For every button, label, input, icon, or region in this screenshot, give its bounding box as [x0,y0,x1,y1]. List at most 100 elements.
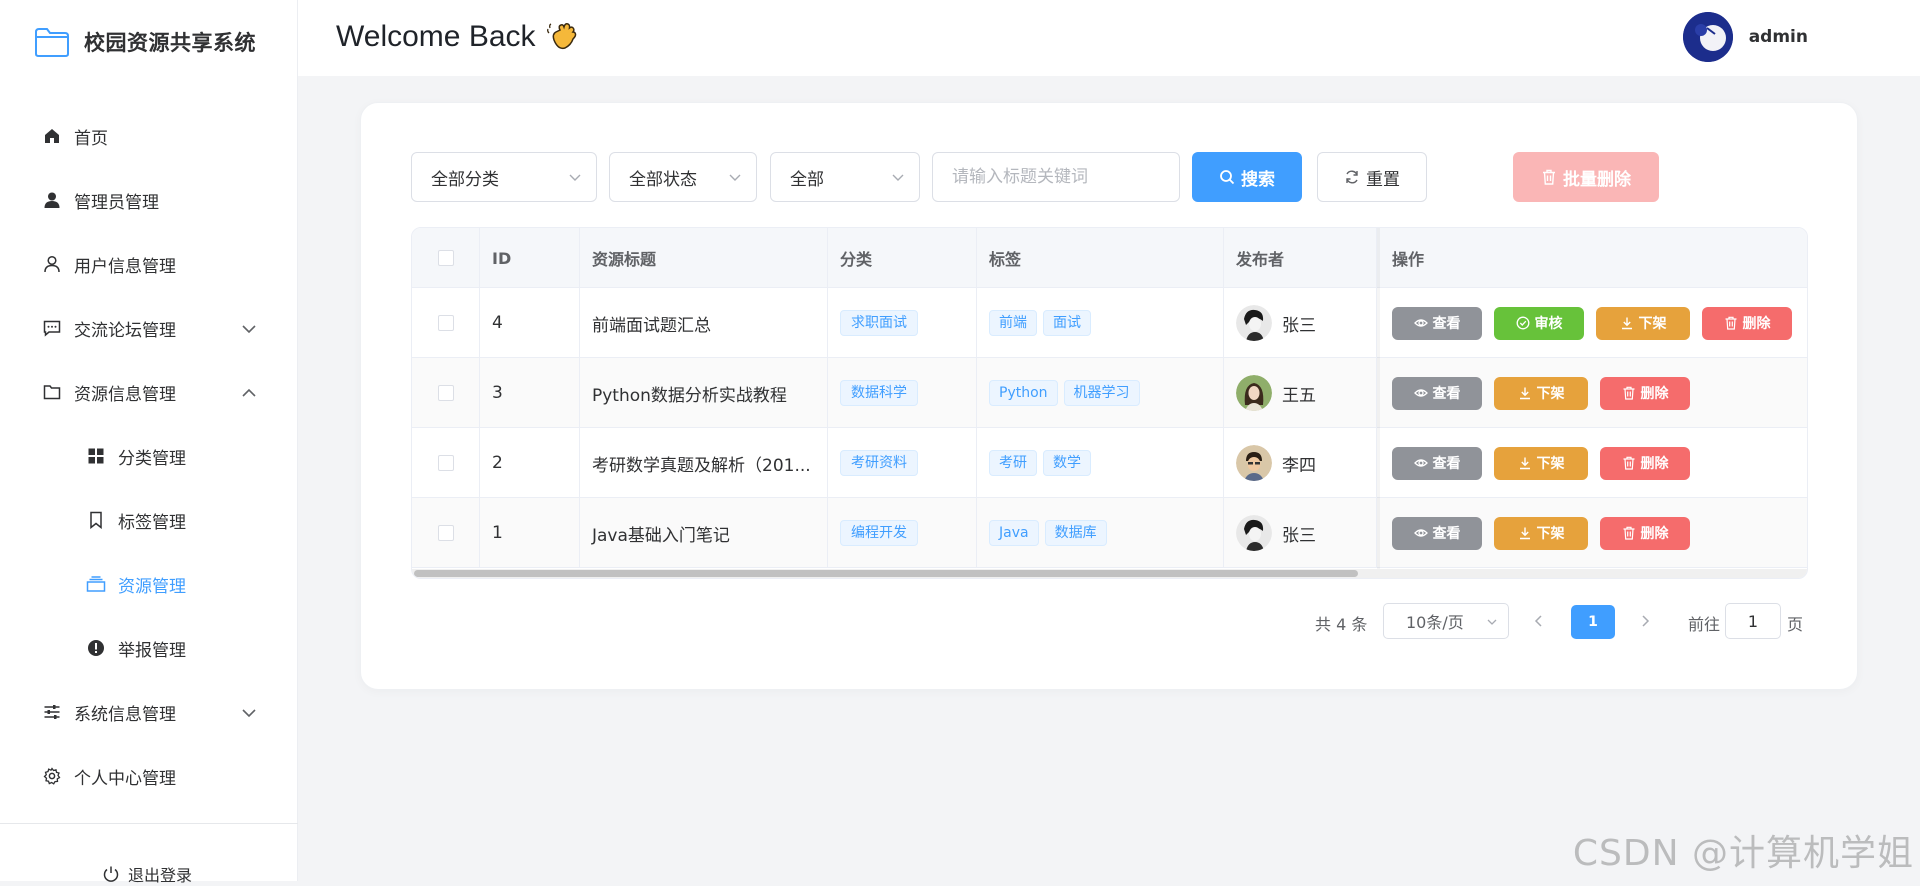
sidebar-item-tags[interactable]: 标签管理 [0,488,298,552]
category-select[interactable]: 全部分类 [411,152,597,202]
bookmark-icon [86,510,106,530]
avatar[interactable] [1682,12,1733,62]
delete-label: 删除 [1640,456,1669,472]
row-checkbox[interactable] [437,455,454,471]
publisher-name: 张三 [1282,525,1316,546]
view-label: 查看 [1432,526,1461,542]
user-menu[interactable]: admin [1682,12,1808,62]
offline-button[interactable]: 下架 [1494,516,1588,550]
grid-icon [86,446,106,466]
publisher-avatar [1236,375,1272,411]
sidebar-item-system[interactable]: 系统信息管理 [0,680,298,744]
publisher-avatar [1236,515,1272,551]
logout-button[interactable]: 退出登录 [102,862,192,886]
sidebar-item-label: 系统信息管理 [74,704,176,725]
column-header-tags[interactable]: 标签 [977,228,1224,288]
chevron-down-icon [242,709,256,718]
search-input[interactable] [932,152,1180,202]
offline-button[interactable]: 下架 [1494,376,1588,410]
audit-button[interactable]: 审核 [1494,306,1584,340]
sidebar-item-forum[interactable]: 交流论坛管理 [0,296,298,360]
sidebar-item-reports[interactable]: 举报管理 [0,616,298,680]
row-select-cell [412,498,480,568]
view-button[interactable]: 查看 [1392,446,1482,480]
delete-button[interactable]: 删除 [1600,376,1690,410]
delete-button[interactable]: 删除 [1600,446,1690,480]
offline-button[interactable]: 下架 [1596,306,1690,340]
view-label: 查看 [1432,456,1461,472]
reset-button-label: 重置 [1366,169,1400,190]
view-label: 查看 [1432,386,1461,402]
view-button[interactable]: 查看 [1392,376,1482,410]
goto-page-input[interactable] [1725,603,1781,639]
chevron-right-icon[interactable] [1637,613,1653,629]
status-select[interactable]: 全部状态 [609,152,757,202]
sidebar-item-resources[interactable]: 资源信息管理 [0,360,298,424]
offline-label: 下架 [1638,316,1667,332]
eye-icon [1413,389,1428,397]
resource-management-card: 全部分类 全部状态 全部 搜索 重置 批量删除 ID [360,102,1858,690]
waving-hand-icon [546,23,576,50]
eye-icon [1413,319,1428,327]
select-all-checkbox[interactable] [437,250,454,266]
cell-tags: 考研 数学 [977,428,1224,498]
column-header-id[interactable]: ID [480,228,580,288]
row-checkbox[interactable] [437,525,454,541]
chevron-left-icon[interactable] [1531,613,1547,629]
sidebar-item-resource-management[interactable]: 资源管理 [0,552,298,616]
table-header: ID 资源标题 分类 标签 发布者 操作 [412,228,1807,288]
sidebar-item-label: 分类管理 [118,448,186,469]
offline-button[interactable]: 下架 [1494,446,1588,480]
tag-chip: Python [989,380,1058,406]
tag-chip: 前端 [989,310,1037,336]
cell-id: 3 [480,358,580,428]
table-row[interactable]: 1 Java基础入门笔记 编程开发 Java 数据库 张三 查看 下架 删除 [412,498,1807,568]
username: admin [1748,27,1808,47]
cell-actions: 查看 下架 删除 [1380,498,1807,568]
user-outline-icon [42,254,62,274]
brand: 校园资源共享系统 [34,26,256,58]
row-checkbox[interactable] [437,385,454,401]
scrollbar-thumb[interactable] [414,570,1358,577]
search-button[interactable]: 搜索 [1192,152,1302,202]
publisher-name: 张三 [1282,315,1316,336]
table-row[interactable]: 2 考研数学真题及解析（201... 考研资料 考研 数学 李四 查看 下架 删… [412,428,1807,498]
offline-label: 下架 [1536,526,1565,542]
chat-icon [42,318,62,338]
sliders-icon [42,702,62,722]
sidebar-menu: 首页 管理员管理 用户信息管理 交流论坛管理 资源信息管理 分类管理 标签管理 … [0,104,298,808]
table-row[interactable]: 3 Python数据分析实战教程 数据科学 Python 机器学习 王五 查看 … [412,358,1807,428]
tag-chip: 机器学习 [1063,380,1140,406]
sidebar-item-home[interactable]: 首页 [0,104,298,168]
row-checkbox[interactable] [437,315,454,331]
select-all-cell [412,228,480,288]
page-button-current[interactable]: 1 [1571,605,1615,639]
batch-delete-button[interactable]: 批量删除 [1513,152,1659,202]
column-header-publisher[interactable]: 发布者 [1224,228,1377,288]
folder-icon [42,382,62,402]
view-button[interactable]: 查看 [1392,306,1482,340]
page-size-select[interactable]: 10条/页 [1383,603,1509,639]
sidebar-item-profile[interactable]: 个人中心管理 [0,744,298,808]
cell-tags: Java 数据库 [977,498,1224,568]
check-circle-icon [1516,316,1529,330]
reset-button[interactable]: 重置 [1317,152,1427,202]
cell-title: 前端面试题汇总 [580,288,828,358]
category-tag: 求职面试 [840,310,918,336]
delete-button[interactable]: 删除 [1600,516,1690,550]
scope-select[interactable]: 全部 [770,152,920,202]
delete-button[interactable]: 删除 [1702,306,1792,340]
sidebar-item-admins[interactable]: 管理员管理 [0,168,298,232]
download-icon [1519,387,1530,400]
sidebar-item-categories[interactable]: 分类管理 [0,424,298,488]
cell-category: 编程开发 [828,498,977,568]
download-icon [1621,317,1632,330]
column-header-title[interactable]: 资源标题 [580,228,828,288]
sidebar-item-label: 举报管理 [118,640,186,661]
publisher-avatar [1236,445,1272,481]
column-header-category[interactable]: 分类 [828,228,977,288]
view-button[interactable]: 查看 [1392,516,1482,550]
table-row[interactable]: 4 前端面试题汇总 求职面试 前端 面试 张三 查看 审核 下架 删除 [412,288,1807,358]
audit-label: 审核 [1534,316,1563,332]
sidebar-item-users[interactable]: 用户信息管理 [0,232,298,296]
